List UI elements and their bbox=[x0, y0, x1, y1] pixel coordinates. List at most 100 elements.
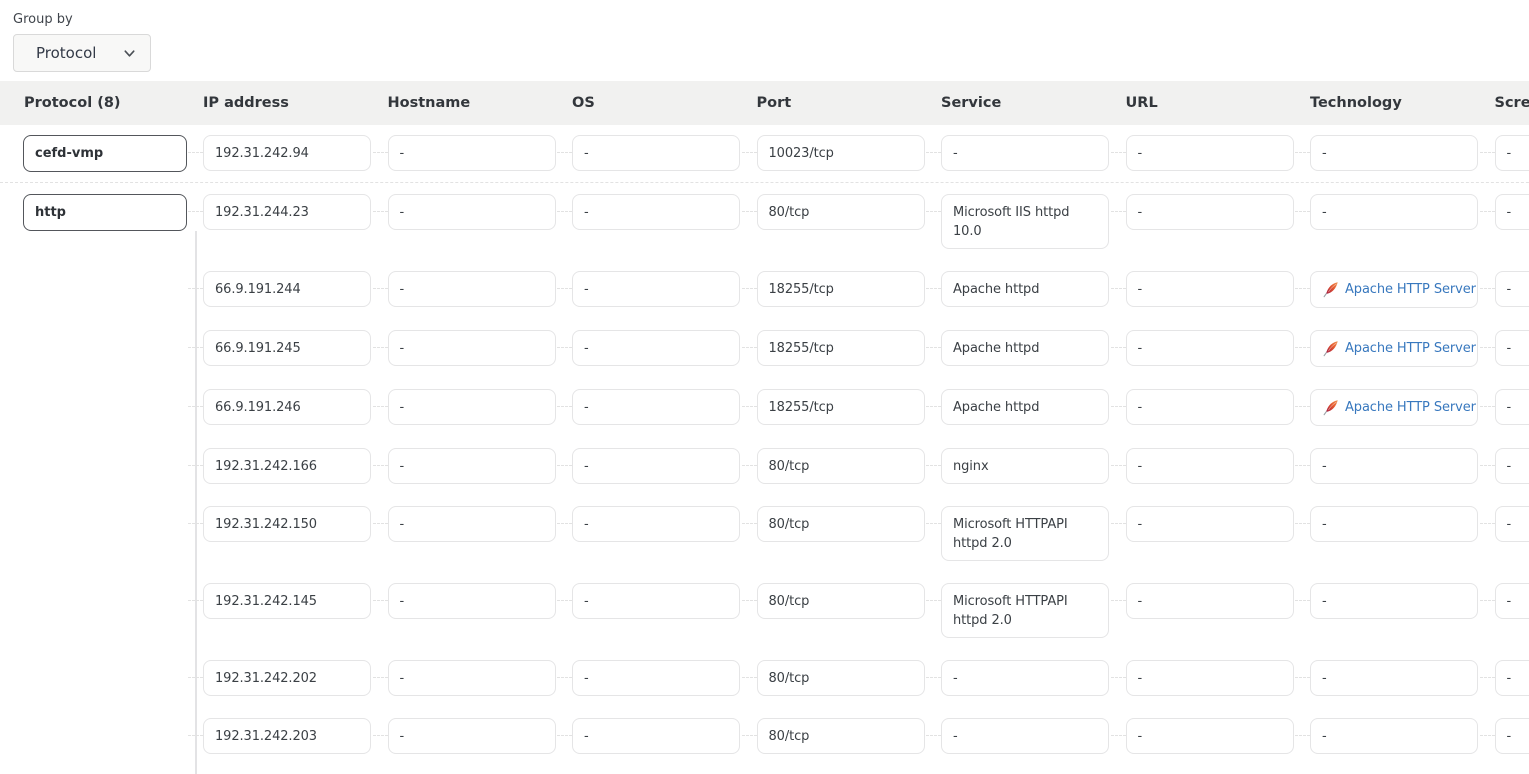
cell-port: 80/tcp bbox=[757, 718, 925, 754]
cell-ip: 192.31.242.94 bbox=[203, 135, 371, 171]
cell-url: - bbox=[1126, 448, 1294, 484]
cell-service: Microsoft HTTPAPI httpd 2.0 bbox=[941, 506, 1109, 561]
cell-screenshot: - bbox=[1495, 330, 1529, 366]
cell-url: - bbox=[1126, 583, 1294, 619]
cell-os: - bbox=[572, 448, 740, 484]
column-header-protocol-8: Protocol (8) bbox=[0, 95, 203, 111]
cell-os: - bbox=[572, 660, 740, 696]
cell-screenshot: - bbox=[1495, 448, 1529, 484]
cell-hostname: - bbox=[388, 448, 556, 484]
group-header-http[interactable]: http bbox=[23, 194, 187, 231]
cell-ip: 192.31.242.166 bbox=[203, 448, 371, 484]
cell-technology: - bbox=[1310, 583, 1478, 619]
cell-hostname: - bbox=[388, 506, 556, 542]
technology-link[interactable]: Apache HTTP Server bbox=[1345, 280, 1476, 299]
cell-port: 80/tcp bbox=[757, 448, 925, 484]
cell-hostname: - bbox=[388, 194, 556, 230]
cell-technology: - bbox=[1310, 448, 1478, 484]
cell-url: - bbox=[1126, 194, 1294, 230]
group-by-select[interactable]: Protocol bbox=[13, 34, 151, 72]
cell-url: - bbox=[1126, 135, 1294, 171]
cell-technology: Apache HTTP Server bbox=[1310, 271, 1478, 308]
cell-port: 80/tcp bbox=[757, 660, 925, 696]
column-header-os: OS bbox=[572, 95, 757, 111]
cell-technology: Apache HTTP Server bbox=[1310, 389, 1478, 426]
cell-service: - bbox=[941, 660, 1109, 696]
cell-url: - bbox=[1126, 506, 1294, 542]
cell-ip: 66.9.191.246 bbox=[203, 389, 371, 425]
cell-url: - bbox=[1126, 271, 1294, 307]
cell-os: - bbox=[572, 135, 740, 171]
cell-ip: 66.9.191.245 bbox=[203, 330, 371, 366]
technology-link[interactable]: Apache HTTP Server bbox=[1345, 339, 1476, 358]
cell-ip: 192.31.242.202 bbox=[203, 660, 371, 696]
column-header-screenshot: Screenshot bbox=[1495, 95, 1529, 111]
cell-screenshot: - bbox=[1495, 135, 1529, 171]
table-header: Protocol (8)IP addressHostnameOSPortServ… bbox=[0, 81, 1529, 125]
cell-hostname: - bbox=[388, 718, 556, 754]
column-header-url: URL bbox=[1126, 95, 1311, 111]
cell-port: 10023/tcp bbox=[757, 135, 925, 171]
cell-url: - bbox=[1126, 389, 1294, 425]
column-header-hostname: Hostname bbox=[388, 95, 573, 111]
cell-hostname: - bbox=[388, 271, 556, 307]
cell-os: - bbox=[572, 271, 740, 307]
cell-url: - bbox=[1126, 330, 1294, 366]
cell-port: 18255/tcp bbox=[757, 389, 925, 425]
cell-os: - bbox=[572, 583, 740, 619]
cell-os: - bbox=[572, 389, 740, 425]
cell-hostname: - bbox=[388, 583, 556, 619]
group-by-label: Group by bbox=[13, 12, 1529, 27]
apache-feather-icon bbox=[1322, 399, 1339, 416]
cell-port: 18255/tcp bbox=[757, 330, 925, 366]
cell-os: - bbox=[572, 330, 740, 366]
cell-technology: - bbox=[1310, 506, 1478, 542]
column-header-service: Service bbox=[941, 95, 1126, 111]
cell-technology: Apache HTTP Server bbox=[1310, 330, 1478, 367]
cell-url: - bbox=[1126, 718, 1294, 754]
table-body: cefd-vmp192.31.242.94--10023/tcp----http… bbox=[0, 125, 1529, 754]
column-header-technology: Technology bbox=[1310, 95, 1495, 111]
cell-screenshot: - bbox=[1495, 194, 1529, 230]
cell-service: Apache httpd bbox=[941, 330, 1109, 366]
cell-ip: 66.9.191.244 bbox=[203, 271, 371, 307]
technology-link[interactable]: Apache HTTP Server bbox=[1345, 398, 1476, 417]
cell-hostname: - bbox=[388, 135, 556, 171]
cell-service: Microsoft IIS httpd 10.0 bbox=[941, 194, 1109, 249]
cell-service: - bbox=[941, 135, 1109, 171]
cell-os: - bbox=[572, 718, 740, 754]
cell-screenshot: - bbox=[1495, 660, 1529, 696]
cell-port: 18255/tcp bbox=[757, 271, 925, 307]
cell-ip: 192.31.242.203 bbox=[203, 718, 371, 754]
cell-screenshot: - bbox=[1495, 506, 1529, 542]
group-tree-connector bbox=[195, 231, 197, 774]
apache-feather-icon bbox=[1322, 340, 1339, 357]
cell-service: Microsoft HTTPAPI httpd 2.0 bbox=[941, 583, 1109, 638]
cell-screenshot: - bbox=[1495, 583, 1529, 619]
cell-service: nginx bbox=[941, 448, 1109, 484]
group-by-selected-value: Protocol bbox=[36, 44, 96, 62]
group-header-cefd-vmp[interactable]: cefd-vmp bbox=[23, 135, 187, 172]
cell-technology: - bbox=[1310, 660, 1478, 696]
apache-feather-icon bbox=[1322, 281, 1339, 298]
group-section-cefd-vmp: cefd-vmp192.31.242.94--10023/tcp---- bbox=[0, 125, 1529, 183]
group-section-http: http192.31.244.23--80/tcpMicrosoft IIS h… bbox=[0, 183, 1529, 754]
cell-technology: - bbox=[1310, 718, 1478, 754]
cell-screenshot: - bbox=[1495, 271, 1529, 307]
cell-service: Apache httpd bbox=[941, 271, 1109, 307]
cell-hostname: - bbox=[388, 330, 556, 366]
cell-ip: 192.31.242.145 bbox=[203, 583, 371, 619]
cell-screenshot: - bbox=[1495, 389, 1529, 425]
cell-technology: - bbox=[1310, 194, 1478, 230]
cell-port: 80/tcp bbox=[757, 506, 925, 542]
cell-ip: 192.31.242.150 bbox=[203, 506, 371, 542]
cell-port: 80/tcp bbox=[757, 194, 925, 230]
cell-hostname: - bbox=[388, 660, 556, 696]
chevron-down-icon bbox=[122, 46, 137, 61]
cell-os: - bbox=[572, 194, 740, 230]
cell-service: - bbox=[941, 718, 1109, 754]
cell-service: Apache httpd bbox=[941, 389, 1109, 425]
cell-port: 80/tcp bbox=[757, 583, 925, 619]
cell-url: - bbox=[1126, 660, 1294, 696]
cell-hostname: - bbox=[388, 389, 556, 425]
